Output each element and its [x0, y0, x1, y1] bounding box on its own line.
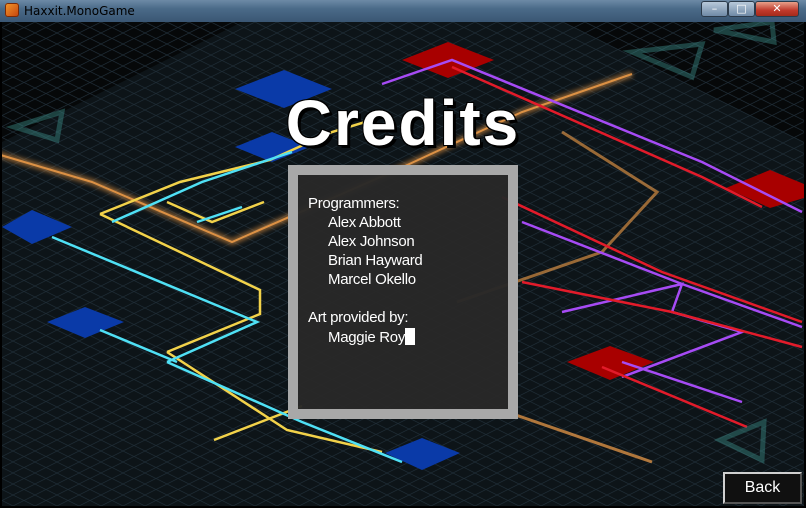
game-viewport: Credits Programmers: Alex Abbott Alex Jo…: [2, 22, 804, 506]
programmer-name: Alex Johnson: [328, 233, 415, 250]
maximize-button[interactable]: □: [728, 1, 755, 17]
programmer-name: Brian Hayward: [328, 252, 423, 269]
text-cursor: [405, 328, 416, 345]
close-button[interactable]: ✕: [755, 1, 799, 17]
credits-heading: Credits: [285, 87, 521, 159]
artist-name: Maggie Roy: [328, 329, 406, 346]
programmer-name: Alex Abbott: [328, 214, 401, 231]
art-label: Art provided by:: [308, 309, 409, 326]
app-icon: [5, 3, 19, 17]
credits-panel: Programmers: Alex Abbott Alex Johnson Br…: [288, 165, 518, 419]
app-window: Haxxit.MonoGame – □ ✕ Credits Programmer…: [0, 0, 806, 508]
back-button[interactable]: Back: [723, 472, 802, 504]
artist-row: Maggie Roy: [328, 328, 416, 346]
programmer-name: Marcel Okello: [328, 271, 416, 288]
programmers-label: Programmers:: [308, 195, 400, 212]
minimize-button[interactable]: –: [701, 1, 728, 17]
title-bar[interactable]: Haxxit.MonoGame – □ ✕: [0, 0, 806, 22]
window-title: Haxxit.MonoGame: [24, 4, 135, 18]
